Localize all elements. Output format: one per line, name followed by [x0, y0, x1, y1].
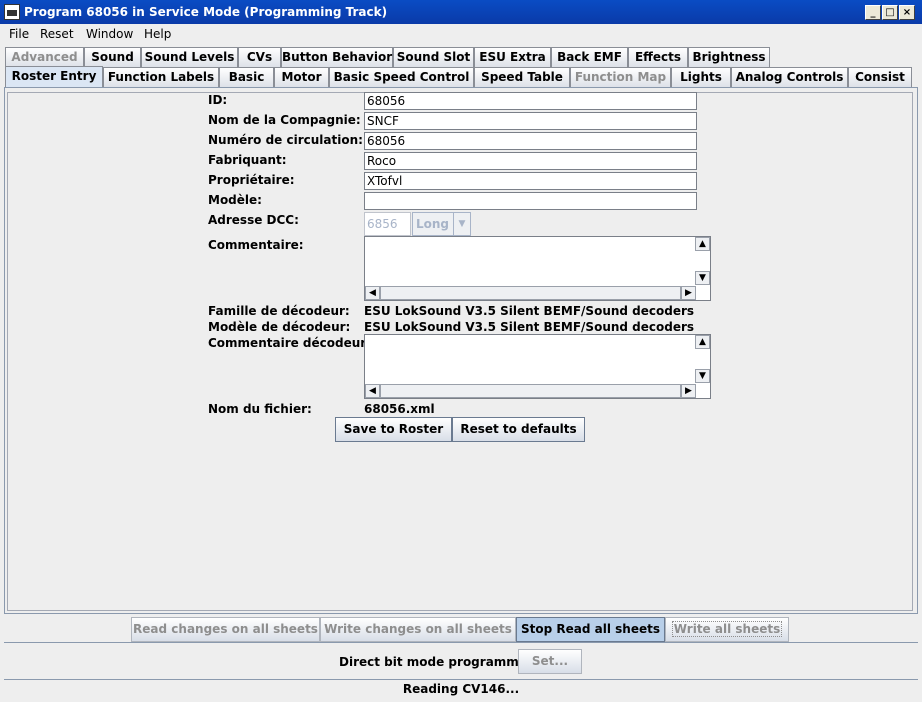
comment-textarea[interactable]: ▲ ▼ ◀ ▶: [364, 236, 711, 301]
title-bar: Program 68056 in Service Mode (Programmi…: [0, 0, 922, 24]
horizontal-scrollbar-thumb[interactable]: [380, 286, 681, 300]
horizontal-scrollbar-thumb[interactable]: [380, 384, 681, 398]
tab-consist[interactable]: Consist: [848, 67, 912, 87]
scroll-right-icon[interactable]: ▶: [681, 286, 696, 300]
decoder-family-value: ESU LokSound V3.5 Silent BEMF/Sound deco…: [364, 304, 695, 318]
tab-motor[interactable]: Motor: [274, 67, 329, 87]
tab-effects[interactable]: Effects: [628, 47, 688, 67]
tab-brightness[interactable]: Brightness: [688, 47, 770, 67]
write-all-label: Write all sheets: [671, 621, 783, 637]
tab-sound-slot[interactable]: Sound Slot: [393, 47, 474, 67]
tab-advanced[interactable]: Advanced: [5, 47, 84, 67]
window-title: Program 68056 in Service Mode (Programmi…: [24, 5, 388, 19]
tab-speed-table[interactable]: Speed Table: [474, 67, 570, 87]
divider: [4, 679, 918, 680]
reset-to-defaults-button[interactable]: Reset to defaults: [452, 417, 585, 442]
menu-bar: File Reset Window Help: [0, 24, 922, 44]
owner-field[interactable]: XTofvl: [364, 172, 697, 190]
maker-field[interactable]: Roco: [364, 152, 697, 170]
tab-analog-controls[interactable]: Analog Controls: [731, 67, 848, 87]
status-text: Reading CV146...: [402, 682, 520, 696]
write-changes-button[interactable]: Write changes on all sheets: [320, 617, 516, 642]
write-all-button[interactable]: Write all sheets: [665, 617, 789, 642]
programming-mode-label: Direct bit mode programming: [339, 655, 541, 669]
decoder-model-label: Modèle de décodeur:: [208, 320, 351, 334]
stop-read-button[interactable]: Stop Read all sheets: [516, 617, 665, 642]
tab-sound-levels[interactable]: Sound Levels: [141, 47, 238, 67]
menu-file[interactable]: File: [9, 27, 29, 41]
tab-basic-speed-control[interactable]: Basic Speed Control: [329, 67, 474, 87]
chevron-down-icon[interactable]: ▼: [453, 213, 470, 235]
close-icon[interactable]: ×: [899, 5, 915, 20]
tab-button-behavior[interactable]: Button Behavior: [281, 47, 393, 67]
id-label: ID:: [208, 93, 228, 107]
tab-cvs[interactable]: CVs: [238, 47, 281, 67]
dcc-label: Adresse DCC:: [208, 213, 299, 227]
maker-label: Fabriquant:: [208, 153, 287, 167]
scroll-down-icon[interactable]: ▼: [695, 271, 710, 285]
maximize-icon[interactable]: □: [882, 5, 898, 20]
scroll-left-icon[interactable]: ◀: [365, 286, 380, 300]
filename-label: Nom du fichier:: [208, 402, 312, 416]
set-button[interactable]: Set...: [518, 649, 582, 674]
decoder-family-label: Famille de décodeur:: [208, 304, 350, 318]
decoder-comment-textarea[interactable]: ▲ ▼ ◀ ▶: [364, 334, 711, 399]
company-label: Nom de la Compagnie:: [208, 113, 361, 127]
save-to-roster-button[interactable]: Save to Roster: [335, 417, 452, 442]
tab-back-emf[interactable]: Back EMF: [551, 47, 628, 67]
filename-value: 68056.xml: [364, 402, 435, 416]
tab-basic[interactable]: Basic: [219, 67, 274, 87]
scroll-left-icon[interactable]: ◀: [365, 384, 380, 398]
read-changes-button[interactable]: Read changes on all sheets: [131, 617, 320, 642]
menu-help[interactable]: Help: [144, 27, 171, 41]
scroll-down-icon[interactable]: ▼: [695, 369, 710, 383]
dcc-address-field[interactable]: 6856: [364, 212, 411, 236]
tab-sound[interactable]: Sound: [84, 47, 141, 67]
scroll-right-icon[interactable]: ▶: [681, 384, 696, 398]
number-field[interactable]: 68056: [364, 132, 697, 150]
tab-function-labels[interactable]: Function Labels: [103, 67, 219, 87]
company-field[interactable]: SNCF: [364, 112, 697, 130]
tab-lights[interactable]: Lights: [671, 67, 731, 87]
scroll-up-icon[interactable]: ▲: [695, 335, 710, 349]
menu-window[interactable]: Window: [86, 27, 133, 41]
dcc-mode-select[interactable]: Long ▼: [412, 212, 471, 236]
decoder-model-value: ESU LokSound V3.5 Silent BEMF/Sound deco…: [364, 320, 695, 334]
tab-function-map[interactable]: Function Map: [570, 67, 671, 87]
minimize-icon[interactable]: _: [865, 5, 881, 20]
scroll-up-icon[interactable]: ▲: [695, 237, 710, 251]
dcc-mode-value: Long: [416, 217, 450, 231]
menu-reset[interactable]: Reset: [40, 27, 74, 41]
id-field[interactable]: 68056: [364, 92, 697, 110]
tab-roster-entry[interactable]: Roster Entry: [5, 66, 103, 87]
owner-label: Propriétaire:: [208, 173, 295, 187]
tab-esu-extra[interactable]: ESU Extra: [474, 47, 551, 67]
model-label: Modèle:: [208, 193, 262, 207]
comment-label: Commentaire:: [208, 238, 304, 252]
divider: [4, 642, 918, 643]
model-field[interactable]: [364, 192, 697, 210]
app-icon[interactable]: [4, 4, 20, 20]
decoder-comment-label: Commentaire décodeur:: [208, 336, 371, 350]
number-label: Numéro de circulation:: [208, 133, 363, 147]
